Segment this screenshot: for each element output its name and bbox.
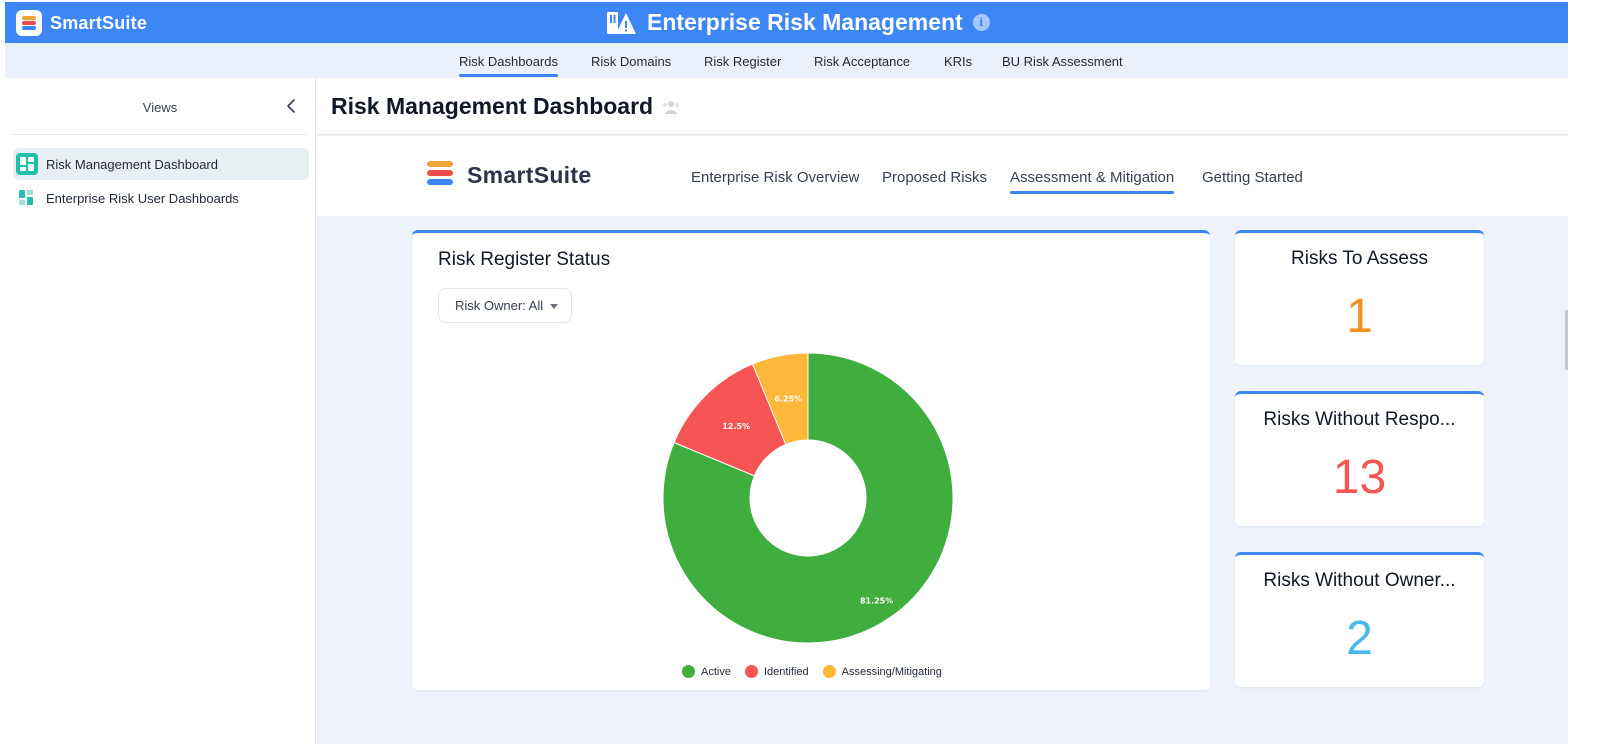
legend-label: Identified xyxy=(763,665,809,678)
tab-risk-dashboards[interactable]: Risk Dashboards xyxy=(459,54,558,77)
slice-data-label: 81.25% xyxy=(860,597,893,606)
legend-swatch xyxy=(744,665,758,678)
app-title: Enterprise Risk Management xyxy=(647,9,963,35)
filter-label: Risk Owner: All xyxy=(455,298,544,313)
users-icon[interactable] xyxy=(661,99,681,115)
donut-chart[interactable]: 81.25% 12.5% 6.25% xyxy=(658,348,958,648)
legend-swatch xyxy=(822,665,836,678)
page-scrollbar[interactable] xyxy=(1565,310,1568,370)
app-title-group: Enterprise Risk Management i xyxy=(605,9,990,36)
kpi-card-risks-without-response[interactable]: Risks Without Respo... 13 xyxy=(1235,391,1484,526)
tab-risk-domains[interactable]: Risk Domains xyxy=(591,54,671,69)
dashboard-logo: SmartSuite xyxy=(427,161,591,189)
dashboard-header: SmartSuite Enterprise Risk Overview Prop… xyxy=(317,136,1568,216)
kpi-value: 1 xyxy=(1346,290,1373,343)
views-sidebar: Views Risk Management Dashboard Enterpri… xyxy=(5,78,316,744)
risk-register-status-card: Risk Register Status Risk Owner: All 81.… xyxy=(412,230,1210,690)
kpi-title: Risks Without Respo... xyxy=(1263,409,1456,430)
smartsuite-logo-icon xyxy=(427,161,453,189)
sidebar-divider xyxy=(11,134,307,135)
kpi-card-risks-without-owner[interactable]: Risks Without Owner... 2 xyxy=(1235,552,1484,687)
tab-getting-started[interactable]: Getting Started xyxy=(1202,169,1303,186)
app-nav-tabs: Risk Dashboards Risk Domains Risk Regist… xyxy=(5,43,1568,78)
sidebar-item-enterprise-risk-user-dashboards[interactable]: Enterprise Risk User Dashboards xyxy=(13,182,309,214)
kpi-value: 13 xyxy=(1332,451,1387,504)
chart-legend: Active Identified Assessing/Mitigating xyxy=(682,665,956,678)
dashboard-icon xyxy=(16,153,38,175)
kpi-card-risks-to-assess[interactable]: Risks To Assess 1 xyxy=(1235,230,1484,365)
legend-label: Active xyxy=(701,665,731,678)
legend-item-active[interactable]: Active xyxy=(682,665,731,678)
sidebar-item-label: Enterprise Risk User Dashboards xyxy=(46,190,239,206)
dashboard-icon xyxy=(19,190,33,205)
logo-wordmark: SmartSuite xyxy=(467,161,592,188)
page-title: Risk Management Dashboard xyxy=(331,93,654,119)
tab-kris[interactable]: KRIs xyxy=(944,54,972,69)
tab-proposed-risks[interactable]: Proposed Risks xyxy=(882,169,987,186)
kpi-value: 2 xyxy=(1346,612,1373,665)
brand-name: SmartSuite xyxy=(50,12,148,33)
app-header: SmartSuite Enterprise Risk Management i xyxy=(5,2,1568,43)
sidebar-title: Views xyxy=(142,100,178,115)
tab-enterprise-risk-overview[interactable]: Enterprise Risk Overview xyxy=(691,169,859,186)
slice-data-label: 12.5% xyxy=(722,422,750,431)
kpi-title: Risks Without Owner... xyxy=(1263,570,1456,591)
tab-risk-acceptance[interactable]: Risk Acceptance xyxy=(814,54,910,69)
legend-item-assessing-mitigating[interactable]: Assessing/Mitigating xyxy=(822,665,942,678)
slice-data-label: 6.25% xyxy=(774,394,802,403)
sidebar-item-label: Risk Management Dashboard xyxy=(46,156,218,172)
tab-assessment-mitigation[interactable]: Assessment & Mitigation xyxy=(1010,169,1175,194)
legend-item-identified[interactable]: Identified xyxy=(744,665,809,678)
kpi-title: Risks To Assess xyxy=(1291,248,1428,269)
caret-down-icon xyxy=(550,304,558,309)
risk-owner-filter[interactable]: Risk Owner: All xyxy=(438,288,572,323)
page-header: Risk Management Dashboard xyxy=(317,78,1568,135)
chevron-left-icon[interactable] xyxy=(284,98,298,114)
main-content: Risk Management Dashboard SmartSuite Ent… xyxy=(317,78,1568,744)
legend-label: Assessing/Mitigating xyxy=(841,665,942,678)
chart-title: Risk Register Status xyxy=(438,249,611,270)
tab-bu-risk-assessment[interactable]: BU Risk Assessment xyxy=(1002,54,1123,69)
tab-risk-register[interactable]: Risk Register xyxy=(704,54,781,69)
brand[interactable]: SmartSuite xyxy=(16,10,147,36)
info-icon[interactable]: i xyxy=(972,14,990,31)
smartsuite-logo-icon xyxy=(16,10,42,36)
risk-app-icon xyxy=(607,11,636,34)
legend-swatch xyxy=(682,665,695,678)
sidebar-item-risk-management-dashboard[interactable]: Risk Management Dashboard xyxy=(13,148,309,180)
